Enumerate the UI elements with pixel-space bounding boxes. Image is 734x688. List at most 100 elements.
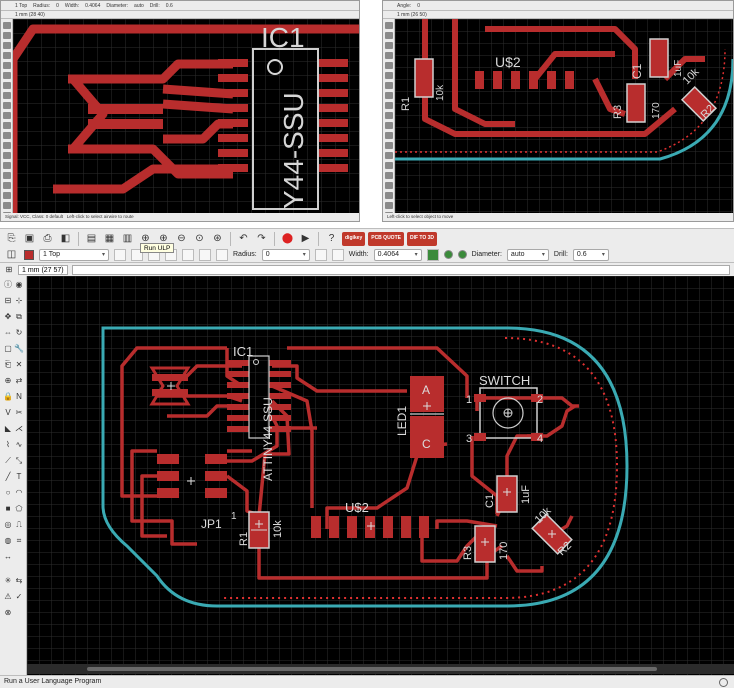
- change-icon[interactable]: 🔧: [14, 344, 24, 354]
- tr-angle-label: Angle:: [397, 2, 412, 9]
- help-icon[interactable]: ?: [324, 231, 339, 246]
- group-icon[interactable]: ▢: [3, 344, 13, 354]
- signal-icon[interactable]: ⎍: [14, 520, 24, 530]
- stop-icon[interactable]: ⬤: [280, 231, 295, 246]
- digikey-button[interactable]: digikey: [342, 231, 366, 246]
- layer-select-value: 1 Top: [43, 251, 60, 258]
- tl-layer[interactable]: 1 Top: [15, 3, 27, 9]
- mark-icon[interactable]: ⊹: [14, 296, 24, 306]
- smash-icon[interactable]: ✂: [14, 408, 24, 418]
- pcb-quote-button[interactable]: PCB QUOTE: [368, 231, 404, 246]
- tl-diameter-label: Diameter:: [106, 2, 129, 9]
- layer-color-swatch: [24, 249, 34, 260]
- wire-icon[interactable]: ╱: [3, 472, 13, 482]
- top-right-toolbar[interactable]: Angle: 0: [383, 1, 733, 11]
- erc-icon[interactable]: ⚠: [3, 592, 13, 602]
- redraw-icon[interactable]: ⊛: [210, 231, 225, 246]
- hole-icon[interactable]: ◍: [3, 536, 13, 546]
- via-round-icon[interactable]: [443, 250, 453, 259]
- script-icon[interactable]: ▦: [102, 231, 117, 246]
- run-ulp-icon[interactable]: ▥: [120, 231, 135, 246]
- attribute-icon[interactable]: ⌗: [14, 536, 24, 546]
- circle-icon[interactable]: ○: [3, 488, 13, 498]
- arc-icon[interactable]: ◠: [14, 488, 24, 498]
- bend-style-5-icon[interactable]: [182, 248, 194, 261]
- mirror-icon[interactable]: ⇔: [3, 328, 13, 338]
- via-icon[interactable]: ◎: [3, 520, 13, 530]
- board-icon[interactable]: ▤: [84, 231, 99, 246]
- show-icon[interactable]: ◉: [14, 280, 24, 290]
- layer-settings-icon[interactable]: ◫: [4, 247, 19, 262]
- undo-icon[interactable]: ↶: [236, 231, 251, 246]
- tr-angle[interactable]: 0: [417, 3, 420, 9]
- name-icon[interactable]: N: [14, 392, 24, 402]
- lock-icon[interactable]: 🔒: [3, 392, 13, 402]
- drill-select[interactable]: 0.6: [572, 248, 609, 261]
- top-left-side-tools[interactable]: [1, 19, 13, 219]
- redo-icon[interactable]: ↷: [254, 231, 269, 246]
- export-3d-button[interactable]: DIF TO 3D: [406, 231, 438, 246]
- top-left-canvas[interactable]: IC1 Y44-SSU: [13, 19, 359, 215]
- info-icon[interactable]: ⓘ: [3, 280, 13, 290]
- zoom-select-icon[interactable]: ⊙: [192, 231, 207, 246]
- drc-icon[interactable]: ✓: [14, 592, 24, 602]
- rect-icon[interactable]: ■: [3, 504, 13, 514]
- print-icon[interactable]: ⎙: [40, 231, 55, 246]
- go-icon[interactable]: ▶: [298, 231, 313, 246]
- cam-icon[interactable]: ◧: [58, 231, 73, 246]
- errors-icon[interactable]: ⊗: [3, 608, 13, 618]
- paste-icon[interactable]: ⎗: [3, 360, 13, 370]
- tl-diameter[interactable]: auto: [134, 3, 144, 9]
- radius-select[interactable]: 0: [261, 248, 310, 261]
- bend-style-1-icon[interactable]: [114, 248, 126, 261]
- add-icon[interactable]: ⊕: [3, 376, 13, 386]
- display-icon[interactable]: ⊟: [3, 296, 13, 306]
- top-left-toolbar[interactable]: 1 Top Radius: 0 Width: 0.4064 Diameter: …: [1, 1, 359, 11]
- top-right-canvas[interactable]: U$2 C1 1uF R1 10k R3 170 10k R2: [395, 19, 733, 215]
- copy-icon[interactable]: ⧉: [14, 312, 24, 322]
- command-input[interactable]: [71, 264, 730, 275]
- tl-drill[interactable]: 0.6: [166, 3, 173, 9]
- diameter-select[interactable]: auto: [506, 248, 549, 261]
- value-icon[interactable]: V: [3, 408, 13, 418]
- diameter-label: Diameter:: [471, 251, 502, 258]
- route-icon[interactable]: ⟋: [3, 456, 13, 466]
- ratsnest-icon[interactable]: ✳: [3, 576, 13, 586]
- replace-icon[interactable]: ⇄: [14, 376, 24, 386]
- autorouter-icon[interactable]: ⇆: [14, 576, 24, 586]
- bend-style-6-icon[interactable]: [199, 248, 211, 261]
- delete-icon[interactable]: ✕: [14, 360, 24, 370]
- u2-label: U$2: [345, 500, 369, 515]
- save-icon[interactable]: ▣: [22, 231, 37, 246]
- stop-status-icon[interactable]: [719, 678, 728, 687]
- move-icon[interactable]: ✥: [3, 312, 13, 322]
- split-icon[interactable]: ⋌: [14, 424, 24, 434]
- miter-tool-icon[interactable]: ◣: [3, 424, 13, 434]
- rotate-icon[interactable]: ↻: [14, 328, 24, 338]
- ripup-icon[interactable]: ⤡: [14, 456, 24, 466]
- zoom-out-icon[interactable]: ⊖: [174, 231, 189, 246]
- via-square-icon[interactable]: [426, 248, 439, 261]
- miter-icon[interactable]: [314, 248, 327, 261]
- via-octagon-icon[interactable]: [457, 250, 467, 259]
- tl-width[interactable]: 0.4064: [85, 3, 100, 9]
- round-miter-icon[interactable]: [331, 248, 344, 261]
- horizontal-scrollbar[interactable]: [27, 664, 734, 674]
- meander-icon[interactable]: ∿: [14, 440, 24, 450]
- top-left-coord[interactable]: 1 mm (28 40): [1, 11, 359, 19]
- top-right-board-zoom: U$2 C1 1uF R1 10k R3 170 10k R2: [395, 19, 733, 215]
- tl-radius[interactable]: 0: [56, 3, 59, 9]
- dimension-icon[interactable]: ↔: [3, 552, 13, 562]
- width-select[interactable]: 0.4064: [373, 248, 422, 261]
- scrollbar-thumb[interactable]: [87, 667, 657, 671]
- bend-style-7-icon[interactable]: [216, 248, 228, 261]
- polygon-icon[interactable]: ⬠: [14, 504, 24, 514]
- top-right-side-tools[interactable]: [383, 19, 395, 219]
- text-icon[interactable]: T: [14, 472, 24, 482]
- open-icon[interactable]: ⎘: [4, 231, 19, 246]
- board-canvas[interactable]: IC1 ATTINY44-SSU LED1 A C SWITCH 1 2 3 4…: [27, 276, 734, 675]
- grid-icon[interactable]: ⊞: [4, 265, 14, 275]
- top-right-coord[interactable]: 1 mm (26 50): [383, 11, 733, 19]
- layer-select[interactable]: 1 Top: [39, 248, 109, 261]
- optimize-icon[interactable]: ⌇: [3, 440, 13, 450]
